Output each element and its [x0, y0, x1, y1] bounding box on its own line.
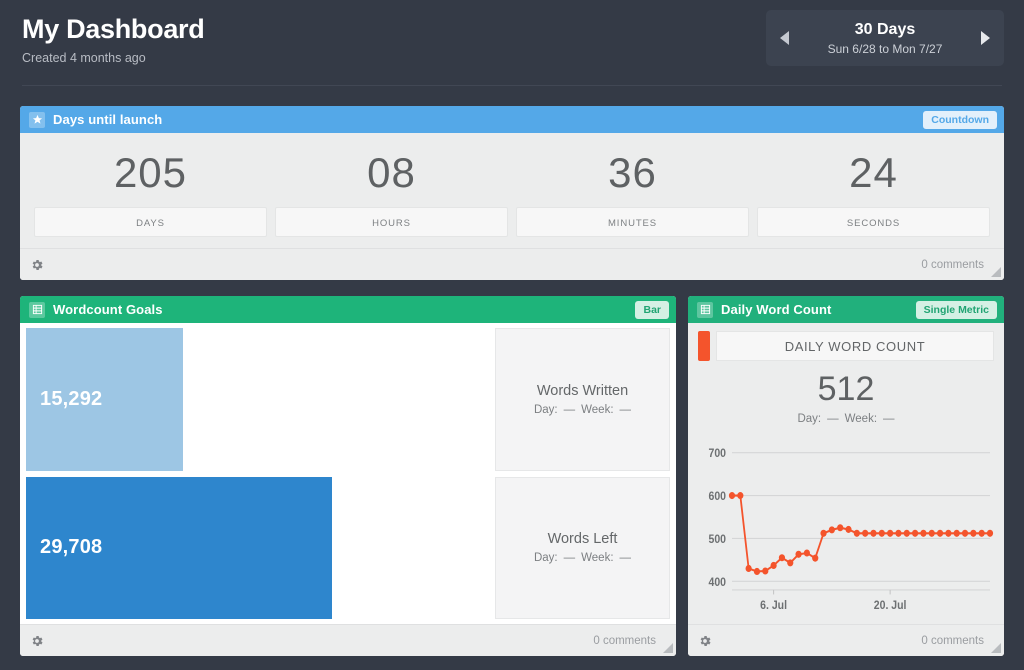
metric-subtext: Day: — Week: —: [698, 413, 994, 425]
metric-day-label: Day:: [797, 413, 822, 425]
gear-icon[interactable]: [30, 634, 44, 648]
widget-daily-footer: 0 comments: [688, 624, 1004, 656]
svg-text:6. Jul: 6. Jul: [760, 600, 787, 613]
countdown-days-label-box: DAYS: [34, 207, 267, 237]
widget-countdown-comments[interactable]: 0 comments: [921, 259, 998, 271]
bar-track-words-left: 29,708: [26, 476, 489, 619]
countdown-seconds-value: 24: [849, 149, 898, 196]
metric-name-box: DAILY WORD COUNT: [716, 331, 994, 361]
date-range-text: 30 Days Sun 6/28 to Mon 7/27: [789, 20, 981, 56]
legend-ww-day-label: Day:: [533, 403, 558, 416]
widget-countdown-type-badge[interactable]: Countdown: [923, 110, 997, 129]
widget-wordcount-goals[interactable]: Wordcount Goals Bar 15,292 Words Written…: [20, 296, 676, 656]
metric-name: DAILY WORD COUNT: [784, 338, 926, 354]
widget-daily-header: Daily Word Count Single Metric: [688, 296, 1004, 323]
countdown-segment-days: 205 DAYS: [30, 145, 271, 248]
metric-value: 512: [817, 370, 875, 408]
countdown-days-label: DAYS: [136, 218, 165, 229]
widget-wordcount-title: Wordcount Goals: [53, 302, 163, 317]
svg-text:700: 700: [708, 448, 726, 461]
widget-wordcount-type-badge[interactable]: Bar: [635, 300, 669, 319]
grid-icon: [697, 301, 713, 318]
bar-words-written-value: 15,292: [40, 387, 103, 410]
gear-icon[interactable]: [30, 258, 44, 272]
legend-ww-day-value: —: [563, 403, 576, 416]
bar-words-written[interactable]: 15,292: [26, 328, 184, 471]
resize-handle-icon[interactable]: [991, 643, 1001, 653]
widget-daily-title: Daily Word Count: [721, 302, 832, 317]
metric-color-swatch: [698, 331, 710, 361]
legend-words-left: Words Left Day: — Week: —: [495, 476, 670, 619]
bar-chart: 15,292 Words Written Day: — Week: — 29,708 …: [20, 323, 676, 624]
widget-countdown-title: Days until launch: [53, 112, 163, 127]
date-range-label: 30 Days: [854, 21, 916, 38]
countdown-body: 205 DAYS 08 HOURS 36 MINUTES 24 SECONDS: [20, 133, 1004, 248]
widget-countdown-header: Days until launch Countdown: [20, 106, 1004, 133]
resize-handle-icon[interactable]: [663, 643, 673, 653]
countdown-segment-seconds: 24 SECONDS: [753, 145, 994, 248]
widget-countdown[interactable]: Days until launch Countdown 205 DAYS 08 …: [20, 106, 1004, 280]
countdown-minutes-label-box: MINUTES: [516, 207, 749, 237]
metric-week-value: —: [883, 413, 895, 425]
bar-words-left-value: 29,708: [40, 536, 103, 559]
legend-ww-week-value: —: [619, 403, 632, 416]
countdown-hours-label: HOURS: [372, 218, 411, 229]
countdown-segment-hours: 08 HOURS: [271, 145, 512, 248]
widget-wordcount-header: Wordcount Goals Bar: [20, 296, 676, 323]
countdown-seconds-label: SECONDS: [846, 218, 901, 229]
date-range-span: Sun 6/28 to Mon 7/27: [827, 42, 943, 56]
bar-row-words-written: 15,292 Words Written Day: — Week: —: [26, 328, 670, 471]
widget-daily-word-count[interactable]: Daily Word Count Single Metric DAILY WOR…: [688, 296, 1004, 656]
resize-handle-icon[interactable]: [991, 267, 1001, 277]
metric-week-label: Week:: [844, 413, 878, 425]
grid-icon: [29, 301, 45, 318]
legend-words-left-title: Words Left: [547, 531, 618, 548]
countdown-seconds-label-box: SECONDS: [757, 207, 990, 237]
widget-wordcount-footer: 0 comments: [20, 624, 676, 656]
svg-text:20. Jul: 20. Jul: [874, 600, 907, 613]
page-header: My Dashboard Created 4 months ago 30 Day…: [0, 0, 1024, 86]
legend-words-written-title: Words Written: [536, 382, 629, 399]
line-chart[interactable]: 400 500 600 700 6. Jul 20. Jul: [698, 433, 994, 624]
widget-daily-type-badge[interactable]: Single Metric: [915, 300, 997, 319]
metric-day-value: —: [827, 413, 839, 425]
widget-wordcount-comments[interactable]: 0 comments: [593, 635, 670, 647]
widget-daily-comments[interactable]: 0 comments: [921, 635, 998, 647]
triangle-left-icon[interactable]: [780, 31, 789, 45]
countdown-hours-value: 08: [367, 149, 416, 196]
legend-words-written-sub: Day: — Week: —: [531, 404, 634, 416]
legend-words-left-sub: Day: — Week: —: [531, 552, 634, 564]
metric-header-row: DAILY WORD COUNT: [698, 331, 994, 361]
countdown-minutes-value: 36: [608, 149, 657, 196]
svg-text:500: 500: [708, 533, 726, 546]
gear-icon[interactable]: [698, 634, 712, 648]
metric-body: DAILY WORD COUNT 512 Day: — Week: — 400 500 6…: [688, 323, 1004, 624]
date-range-selector[interactable]: 30 Days Sun 6/28 to Mon 7/27: [766, 10, 1004, 66]
legend-wl-week-value: —: [619, 552, 632, 565]
star-icon: [29, 111, 45, 128]
triangle-right-icon[interactable]: [981, 31, 990, 45]
bar-words-left[interactable]: 29,708: [26, 476, 332, 619]
widget-countdown-footer: 0 comments: [20, 248, 1004, 280]
bar-row-words-left: 29,708 Words Left Day: — Week: —: [26, 476, 670, 619]
legend-words-written: Words Written Day: — Week: —: [495, 328, 670, 471]
svg-text:400: 400: [708, 576, 726, 589]
legend-wl-week-label: Week:: [581, 552, 614, 565]
countdown-days-value: 205: [113, 149, 188, 196]
bar-track-words-written: 15,292: [26, 328, 489, 471]
legend-wl-day-value: —: [563, 552, 576, 565]
header-divider: [22, 85, 1002, 86]
svg-text:600: 600: [708, 491, 726, 504]
legend-ww-week-label: Week:: [581, 403, 614, 416]
countdown-hours-label-box: HOURS: [275, 207, 508, 237]
countdown-segment-minutes: 36 MINUTES: [512, 145, 753, 248]
legend-wl-day-label: Day:: [533, 552, 558, 565]
countdown-minutes-label: MINUTES: [607, 218, 658, 229]
